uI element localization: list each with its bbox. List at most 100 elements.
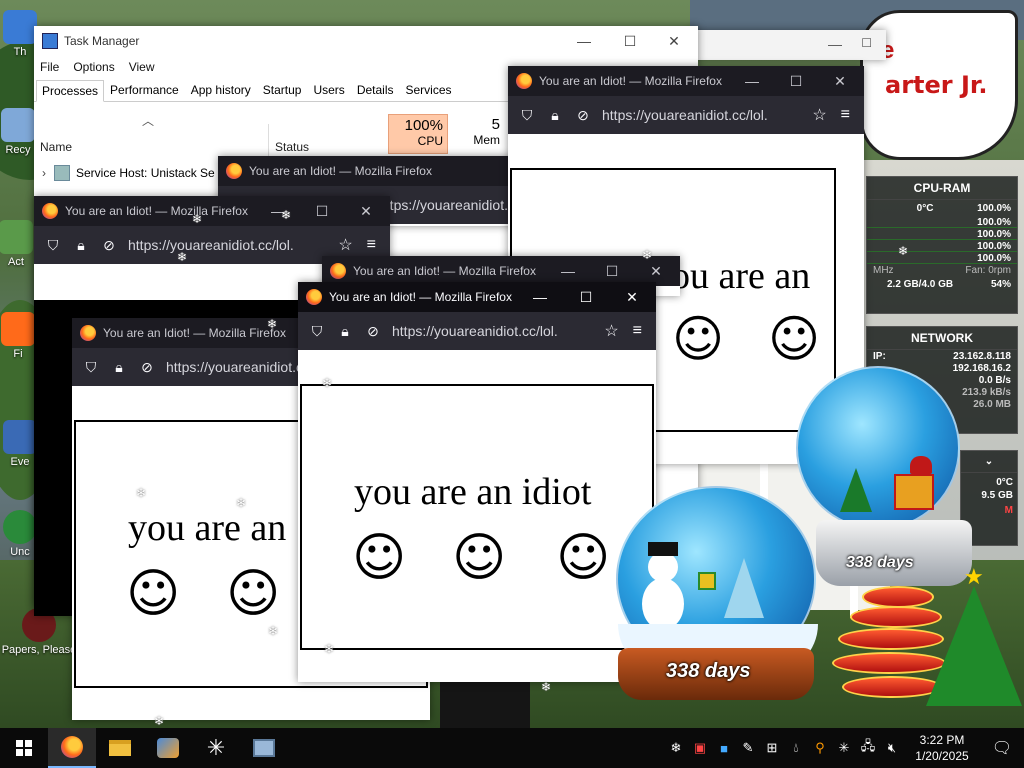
menu-options[interactable]: Options	[73, 60, 114, 74]
taskbar-app-snowflake[interactable]: ✳	[192, 728, 240, 768]
background-window-titlebar[interactable]: — ☐	[690, 30, 886, 60]
snow-globe-back	[796, 366, 960, 530]
column-header-name[interactable]: Name	[40, 140, 72, 154]
hamburger-menu-icon[interactable]: ≡	[367, 236, 376, 254]
lock-icon[interactable]: 🔒︎	[336, 322, 354, 340]
volume-muted-icon[interactable]: 🔇︎	[880, 740, 904, 756]
tray-snowflake-icon[interactable]: ✳	[832, 740, 856, 756]
shield-icon[interactable]: ⛉	[518, 106, 536, 124]
taskbar-app-people[interactable]	[144, 728, 192, 768]
maximize-icon[interactable]: ☐	[861, 36, 872, 50]
minimize-button[interactable]: —	[730, 66, 774, 96]
shield-icon[interactable]: ⛉	[44, 236, 62, 254]
close-button[interactable]: ✕	[818, 66, 862, 96]
clock[interactable]: 3:22 PM 1/20/2025	[904, 732, 980, 764]
lock-icon[interactable]: 🔒︎	[72, 236, 90, 254]
firefox-logo-icon	[226, 163, 242, 179]
ext-ip-row: IP: 23.162.8.118	[873, 351, 1011, 362]
smiley-face-icon: ☺	[352, 528, 407, 588]
windows-logo-icon	[16, 740, 32, 756]
url-bar[interactable]: https://youareanidiot.cc/lol.	[392, 323, 598, 339]
hamburger-menu-icon[interactable]: ≡	[633, 322, 642, 340]
firefox-logo-icon	[330, 263, 346, 279]
permissions-icon[interactable]: ⊘	[574, 106, 592, 124]
hamburger-menu-icon[interactable]: ≡	[841, 106, 850, 124]
tray-network-drive-icon[interactable]: ⊞	[760, 740, 784, 756]
start-button[interactable]	[0, 728, 48, 768]
snow-globe-base-back: 338 days	[816, 520, 972, 586]
tab-users[interactable]: Users	[307, 79, 350, 101]
close-button[interactable]: ✕	[610, 282, 654, 312]
process-row[interactable]: › Service Host: Unistack Se	[34, 160, 234, 186]
maximize-button[interactable]: ☐	[300, 196, 344, 226]
minimize-button[interactable]: —	[562, 26, 606, 56]
tray-search-icon[interactable]: ⚲	[808, 740, 832, 756]
snowflake-icon: ❄	[136, 486, 147, 500]
close-button[interactable]: ✕	[344, 196, 388, 226]
menu-view[interactable]: View	[129, 60, 155, 74]
tab-startup[interactable]: Startup	[257, 79, 308, 101]
permissions-icon[interactable]: ⊘	[100, 236, 118, 254]
column-header-status[interactable]: Status	[275, 140, 309, 154]
snowflake-icon: ❄	[281, 208, 292, 222]
app-icon	[157, 738, 179, 758]
taskbar-firefox[interactable]	[48, 728, 96, 768]
firefox-window-front[interactable]: You are an Idiot! — Mozilla Firefox — ☐ …	[298, 282, 656, 682]
menu-file[interactable]: File	[40, 60, 59, 74]
minimize-icon[interactable]: —	[828, 36, 842, 52]
column-header-cpu[interactable]: 100% CPU	[388, 114, 448, 154]
permissions-icon[interactable]: ⊘	[138, 358, 156, 376]
title-bar[interactable]: You are an Idiot! — Mozilla Firefox	[218, 156, 518, 186]
tab-performance[interactable]: Performance	[104, 79, 185, 101]
tray-drop-icon[interactable]: 💧︎	[784, 740, 808, 756]
bookmark-star-icon[interactable]: ☆	[812, 105, 826, 125]
tray-app-icon[interactable]: ▣	[688, 740, 712, 756]
task-manager-icon	[42, 33, 58, 49]
taskbar-file-explorer[interactable]	[96, 728, 144, 768]
snow-globe-base-front: 338 days	[618, 648, 814, 700]
spring-ring	[862, 586, 934, 608]
maximize-button[interactable]: ☐	[564, 282, 608, 312]
tab-details[interactable]: Details	[351, 79, 400, 101]
chevron-right-icon[interactable]: ›	[42, 166, 46, 180]
snowflake-icon: ❄	[267, 317, 278, 331]
shield-icon[interactable]: ⛉	[82, 358, 100, 376]
cpu-temp-row: 0°C 100.0%	[916, 203, 1011, 214]
url-bar[interactable]: https://youareanidiot.cc/lol.	[602, 107, 806, 123]
sort-up-icon[interactable]: ︿	[142, 112, 154, 129]
maximize-button[interactable]: ☐	[774, 66, 818, 96]
firefox-logo-icon	[42, 203, 58, 219]
gift-box-icon	[894, 474, 934, 510]
app-icon	[3, 10, 37, 44]
shield-icon[interactable]: ⛉	[308, 322, 326, 340]
bookmark-star-icon[interactable]: ☆	[604, 321, 618, 341]
snowflake-icon: ❄	[322, 376, 333, 390]
tab-services[interactable]: Services	[400, 79, 458, 101]
lock-icon[interactable]: 🔒︎	[110, 358, 128, 376]
star-icon: ★	[964, 564, 984, 589]
tab-app-history[interactable]: App history	[185, 79, 257, 101]
tab-processes[interactable]: Processes	[36, 80, 105, 102]
tray-paint-icon[interactable]: ✎	[736, 740, 760, 756]
url-bar[interactable]: https://youareanidiot.cc/lol.	[128, 237, 332, 253]
santa-hat-icon	[910, 456, 932, 474]
idiot-text: you are an	[128, 507, 287, 549]
notification-icon[interactable]: 🗨︎	[980, 738, 1024, 758]
lock-icon[interactable]: 🔒︎	[546, 106, 564, 124]
smiley-face-icon: ☺	[672, 310, 725, 368]
maximize-button[interactable]: ☐	[608, 26, 652, 56]
minimize-button[interactable]: —	[518, 282, 562, 312]
network-icon[interactable]: 🖧︎	[856, 737, 880, 759]
permissions-icon[interactable]: ⊘	[364, 322, 382, 340]
page-content: you are an idiot ☺ ☺ ☺	[298, 350, 656, 682]
taskbar-task-manager[interactable]	[240, 728, 288, 768]
recycle-bin-icon	[1, 108, 35, 142]
snowflake-tray-icon[interactable]: ❄	[664, 740, 688, 756]
column-header-memory[interactable]: 5 Mem	[454, 114, 504, 154]
minimize-button[interactable]: —	[256, 196, 300, 226]
close-button[interactable]: ✕	[652, 26, 696, 56]
tray-square-icon[interactable]: ■	[712, 741, 736, 756]
app-icon	[3, 420, 37, 454]
snowflake-icon: ✳	[206, 735, 226, 760]
bookmark-star-icon[interactable]: ☆	[338, 235, 352, 255]
